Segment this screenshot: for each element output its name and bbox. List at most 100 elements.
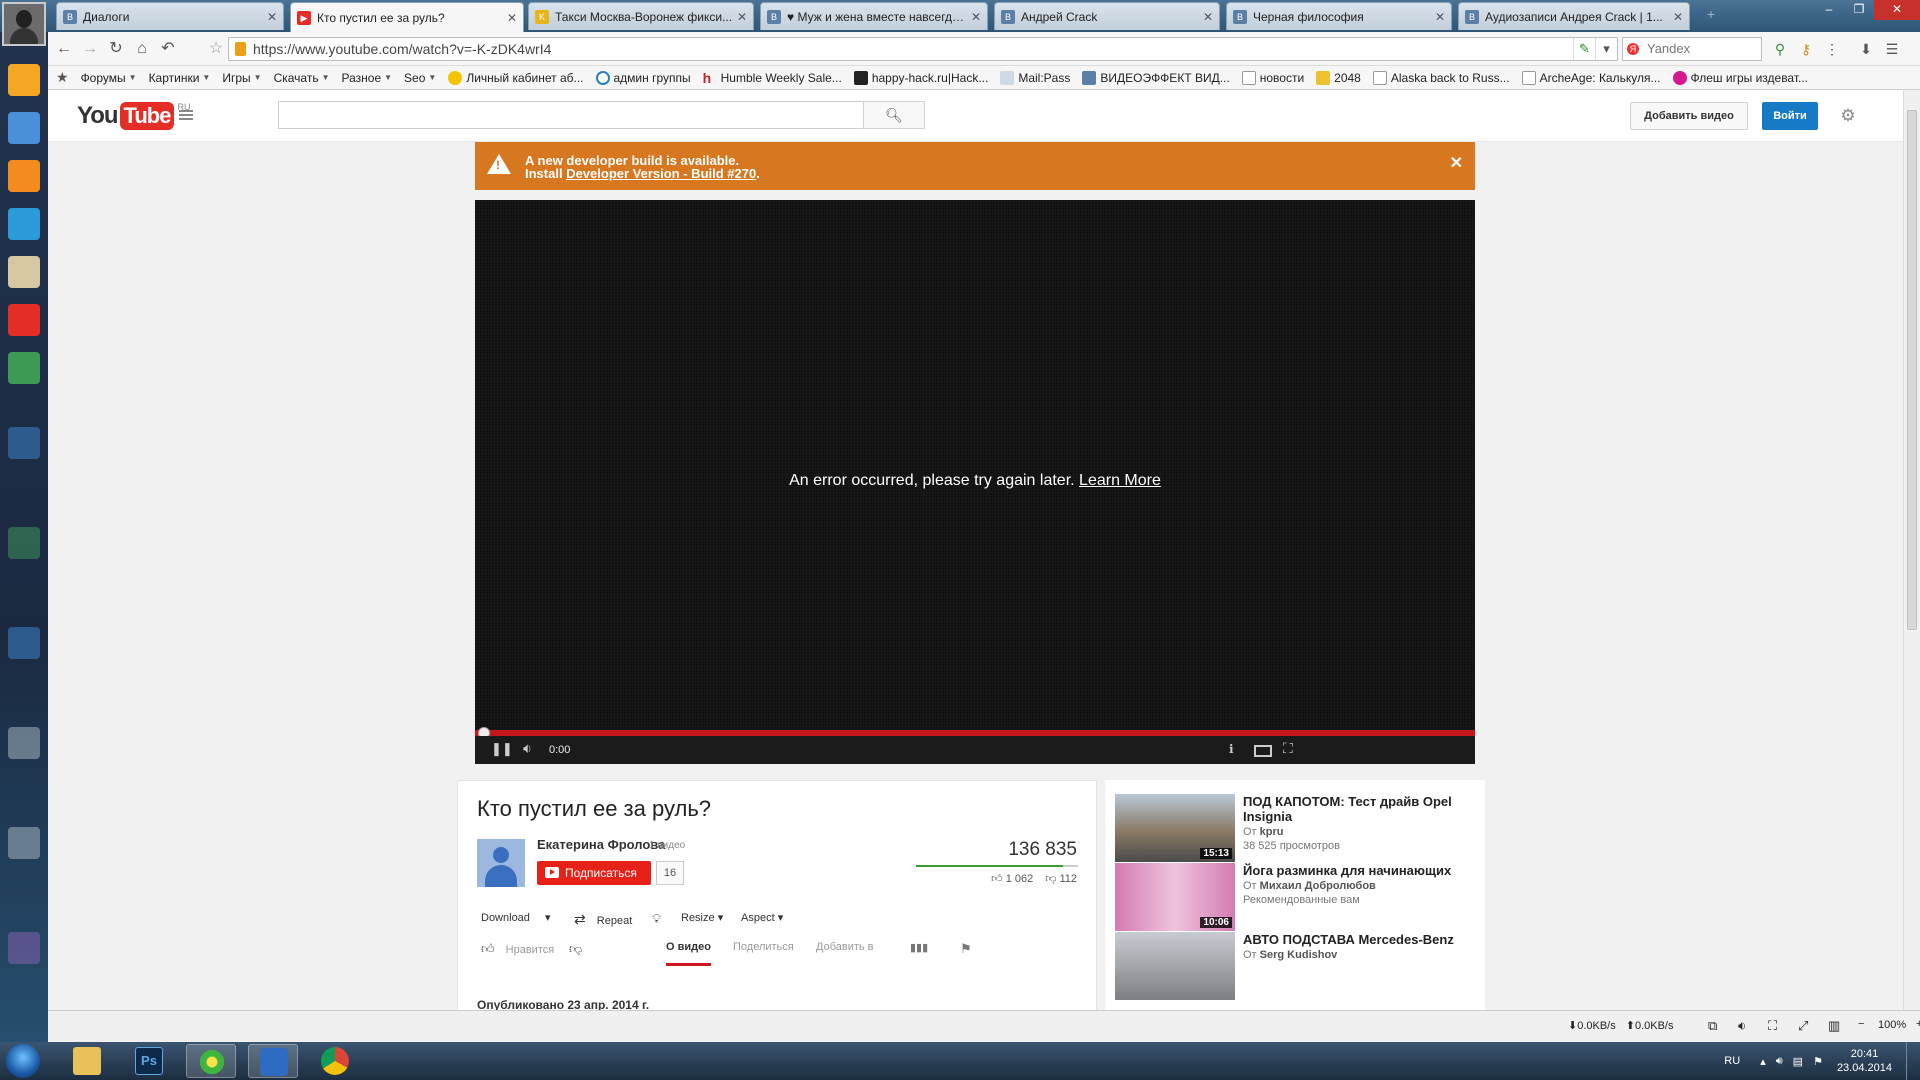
bookmark-alaska[interactable]: Alaska back to Russ... [1372, 70, 1510, 85]
download-dropdown[interactable]: Download ▾ [481, 911, 551, 924]
minimize-button[interactable]: – [1814, 0, 1844, 20]
desktop-shortcut-icon[interactable] [8, 727, 40, 759]
close-tab-icon[interactable]: ✕ [267, 10, 277, 24]
volume-icon[interactable]: 🔊︎ [1776, 1055, 1783, 1068]
split-view-icon[interactable]: ▥ [1828, 1018, 1840, 1034]
flag-icon[interactable]: ⚑ [1813, 1055, 1823, 1068]
learn-more-link[interactable]: Learn More [1079, 472, 1161, 489]
volume-icon[interactable]: 🔉︎ [523, 740, 532, 757]
tab-andrey-crack[interactable]: B Андрей Crack ✕ [994, 2, 1220, 30]
screen-capture-icon[interactable]: ⧉ [1708, 1018, 1717, 1034]
extension-shield-icon[interactable]: ⚲ [1770, 39, 1790, 59]
reload-button[interactable]: ↻ [106, 39, 126, 59]
channel-name[interactable]: Екатерина Фролова [537, 837, 665, 852]
tab-share[interactable]: Поделиться [733, 941, 794, 953]
sign-in-button[interactable]: Войти [1762, 102, 1818, 130]
related-video[interactable]: 10:06 Йога разминка для начинающих От Ми… [1115, 863, 1495, 933]
taskbar-chrome[interactable] [310, 1044, 360, 1078]
bookmark-beeline[interactable]: Личный кабинет аб... [448, 70, 584, 85]
close-banner-icon[interactable]: ✕ [1450, 153, 1463, 173]
author-name[interactable]: Михаил Добролюбов [1260, 880, 1376, 892]
search-engine-box[interactable]: Я [1622, 37, 1762, 61]
clock[interactable]: 20:41 23.04.2014 [1837, 1047, 1892, 1075]
browser-menu-icon[interactable]: ☰ [1882, 39, 1902, 59]
repeat-button[interactable]: ⇄ Repeat [574, 911, 632, 928]
home-button[interactable]: ⌂ [132, 39, 152, 59]
close-tab-icon[interactable]: ✕ [507, 11, 517, 25]
volume-icon[interactable]: 🔉︎ [1738, 1018, 1746, 1034]
desktop-shortcut-icon[interactable] [8, 527, 40, 559]
bookmark-folder-images[interactable]: Картинки ▼ [149, 71, 211, 85]
bookmark-folder-download[interactable]: Скачать ▼ [274, 71, 330, 85]
bookmark-folder-misc[interactable]: Разное ▼ [342, 71, 393, 85]
network-icon[interactable]: ▤ [1793, 1055, 1803, 1068]
video-thumbnail[interactable] [1115, 932, 1235, 1000]
lightbulb-icon[interactable]: 💡︎ [652, 911, 661, 927]
aspect-dropdown[interactable]: Aspect ▾ [741, 911, 783, 924]
maximize-button[interactable]: ❐ [1844, 0, 1874, 20]
zoom-out-button[interactable]: − [1858, 1018, 1864, 1030]
bookmark-videoeffect[interactable]: ВИДЕОЭФФЕКТ ВИД... [1082, 70, 1230, 85]
bookmark-humble[interactable]: h Humble Weekly Sale... [703, 71, 842, 85]
related-video[interactable]: АВТО ПОДСТАВА Mercedes-Benz От Serg Kudi… [1115, 932, 1495, 1002]
bookmark-flash-games[interactable]: Флеш игры издеват... [1672, 70, 1808, 85]
related-video[interactable]: 15:13 ПОД КАПОТОМ: Тест драйв Opel Insig… [1115, 794, 1495, 864]
bookmark-folder-seo[interactable]: Seo ▼ [404, 71, 436, 85]
resize-dropdown[interactable]: Resize ▾ [681, 911, 723, 924]
bookmark-folder-games[interactable]: Игры ▼ [222, 71, 261, 85]
taskbar-maxthon[interactable] [248, 1044, 298, 1078]
flag-icon[interactable]: ⚑ [960, 941, 972, 957]
taskbar-photoshop[interactable]: Ps [124, 1044, 174, 1078]
fit-page-icon[interactable]: ⛶ [1768, 1018, 1777, 1034]
related-title[interactable]: ПОД КАПОТОМ: Тест драйв Opel Insignia [1243, 794, 1483, 824]
url-input[interactable] [253, 40, 1553, 58]
menu-dots-icon[interactable]: ⋮ [1822, 39, 1842, 59]
tab-audio[interactable]: B Аудиозаписи Андрея Crack | 1... ✕ [1458, 2, 1690, 30]
messenger-icon[interactable] [8, 208, 40, 240]
bookmark-2048[interactable]: 2048 [1316, 70, 1361, 85]
fullscreen-icon[interactable]: ⤢ [1798, 1018, 1808, 1034]
video-thumbnail[interactable]: 10:06 [1115, 863, 1235, 931]
related-title[interactable]: АВТО ПОДСТАВА Mercedes-Benz [1243, 932, 1483, 947]
close-tab-icon[interactable]: ✕ [971, 10, 981, 24]
profile-avatar[interactable] [2, 2, 46, 46]
youtube-search-input[interactable] [278, 101, 868, 129]
bookmarks-star-icon[interactable]: ★ [56, 69, 69, 86]
info-icon[interactable]: ℹ [1229, 742, 1234, 756]
desktop-shortcut-icon[interactable] [8, 427, 40, 459]
dislike-button[interactable]: 👎︎ [569, 941, 582, 957]
address-bar[interactable]: ✎ ▾ [228, 37, 1618, 61]
author-name[interactable]: Serg Kudishov [1260, 949, 1338, 961]
notes-icon[interactable] [8, 256, 40, 288]
pause-icon[interactable]: ❚❚ [491, 741, 513, 757]
desktop-shortcut-icon[interactable] [8, 627, 40, 659]
extension-icon[interactable]: ✎ [1573, 38, 1595, 60]
channel-avatar[interactable] [477, 839, 525, 887]
bookmark-mailpass[interactable]: Mail:Pass [1000, 70, 1070, 85]
dislike-count-group[interactable]: 👎︎ 112 [1045, 872, 1077, 885]
bookmark-admin-group[interactable]: админ группы [595, 70, 691, 85]
favorites-star-icon[interactable] [8, 64, 40, 96]
close-tab-icon[interactable]: ✕ [737, 10, 747, 24]
bookmark-archeage[interactable]: ArcheAge: Калькуля... [1521, 70, 1661, 85]
tab-black-philosophy[interactable]: B Черная философия ✕ [1226, 2, 1452, 30]
tab-taxi[interactable]: K Такси Москва-Воронеж фикси... ✕ [528, 2, 754, 30]
video-player[interactable]: An error occurred, please try again late… [475, 200, 1475, 764]
upload-button[interactable]: Добавить видео [1630, 102, 1748, 130]
subscribe-button[interactable]: Подписаться [537, 861, 651, 885]
close-tab-icon[interactable]: ✕ [1203, 10, 1213, 24]
page-scrollbar[interactable] [1903, 90, 1920, 1010]
undo-close-button[interactable]: ↶ [158, 39, 178, 59]
theater-mode-icon[interactable] [1254, 745, 1272, 757]
start-button[interactable] [6, 1044, 40, 1078]
fullscreen-icon[interactable]: ⛶ [1283, 740, 1293, 757]
tab-add-to[interactable]: Добавить в [816, 941, 874, 953]
youtube-app-icon[interactable] [8, 304, 40, 336]
new-tab-button[interactable]: + [1698, 6, 1724, 26]
youtube-logo[interactable]: You Tube RU [77, 102, 190, 130]
gear-icon[interactable]: ⚙ [1838, 106, 1858, 126]
back-button[interactable]: ← [54, 39, 74, 59]
taskbar-icq[interactable] [186, 1044, 236, 1078]
author-name[interactable]: kpru [1260, 826, 1284, 838]
close-window-button[interactable]: ✕ [1874, 0, 1920, 20]
